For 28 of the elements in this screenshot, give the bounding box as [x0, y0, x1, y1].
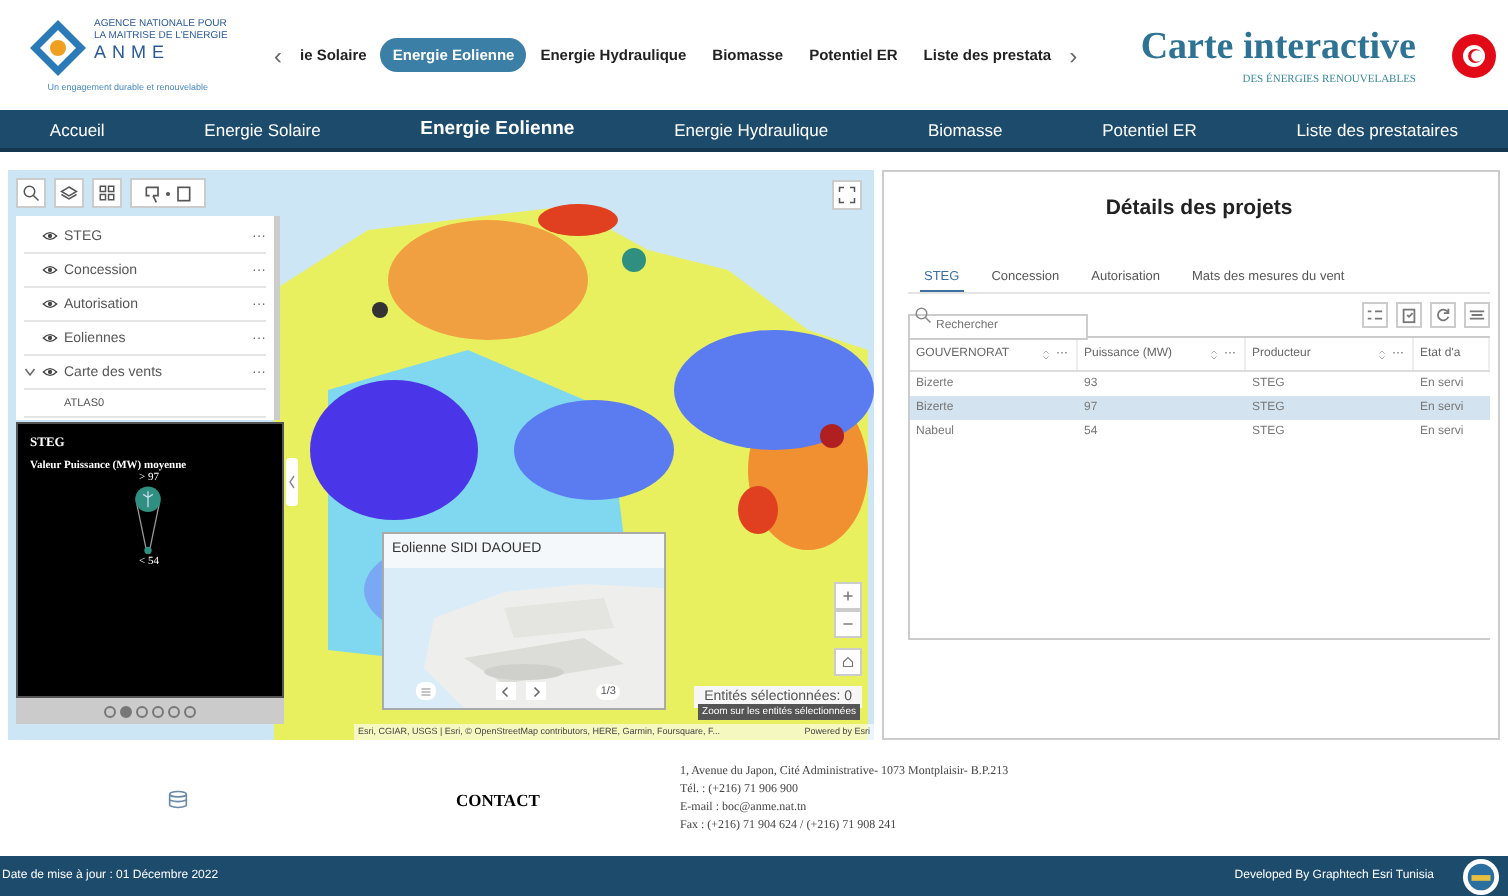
list-icon [1366, 306, 1384, 324]
search-icon [914, 306, 932, 324]
refresh-button[interactable] [1430, 302, 1456, 328]
options-button[interactable] [1464, 302, 1490, 328]
page-title: Carte interactive [1140, 25, 1416, 69]
nav-link[interactable]: Energie Solaire [204, 119, 321, 139]
flag-icon [1452, 33, 1496, 77]
clipboard-icon [1400, 306, 1418, 324]
sort-icon [1042, 347, 1050, 361]
sort-icon [1378, 347, 1386, 361]
panel-title: Détails des projets [1103, 196, 1295, 220]
nav-link[interactable]: Biomasse [927, 119, 1003, 139]
logo-icon [28, 18, 88, 78]
nav-link[interactable]: Potentiel ER [1102, 119, 1197, 139]
nav-link[interactable]: Accueil [49, 119, 105, 139]
clipboard-button[interactable] [1396, 302, 1422, 328]
nav-link[interactable]: Energie Eolienne [420, 118, 575, 140]
sort-icon [1210, 347, 1218, 361]
nav-link[interactable]: Energie Hydraulique [674, 119, 829, 139]
next-button[interactable]: › [1065, 41, 1082, 69]
previous-button[interactable]: ‹ [270, 41, 286, 69]
contact-heading: CONTACT [456, 790, 542, 810]
nav-link[interactable]: Liste des prestataires [1296, 119, 1458, 139]
agency-acronym: ANME [94, 42, 173, 62]
filter-list-button[interactable] [1362, 302, 1388, 328]
refresh-icon [1434, 306, 1452, 324]
stack-icon [1468, 306, 1486, 324]
database-icon [168, 790, 188, 810]
